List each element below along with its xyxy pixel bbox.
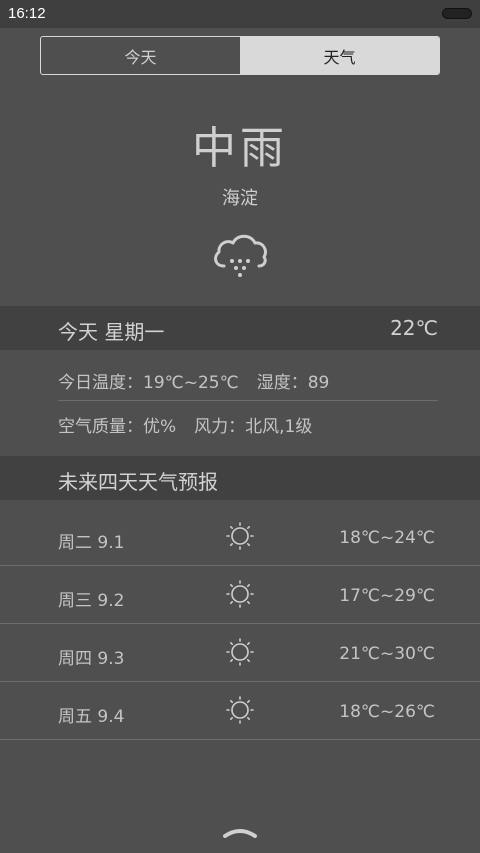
today-label: 今天 星期一 [58, 320, 165, 344]
cloud-rain-icon [214, 234, 267, 277]
today-header: 今天 星期一 22℃ [0, 306, 480, 350]
pull-up-handle-icon[interactable] [222, 826, 258, 838]
today-air-wind-row: 空气质量：优% 风力：北风,1级 [58, 412, 438, 437]
sun-icon [226, 522, 254, 550]
battery-icon [442, 8, 472, 19]
status-bar: 16:12 [0, 0, 480, 28]
weather-condition: 中雨 [192, 123, 288, 174]
forecast-day: 周二 9.1 [58, 533, 125, 553]
forecast-day: 周五 9.4 [58, 707, 125, 727]
air-quality: 空气质量：优% [58, 417, 177, 437]
forecast-temp: 18℃~24℃ [339, 528, 435, 548]
today-temp-humidity-row: 今日温度：19℃~25℃ 湿度：89 [58, 368, 438, 393]
forecast-title: 未来四天天气预报 [58, 470, 218, 494]
location-name: 海淀 [222, 188, 258, 209]
forecast-row: 周三 9.2 17℃~29℃ [0, 566, 480, 624]
forecast-day: 周三 9.2 [58, 591, 125, 611]
sun-icon [226, 580, 254, 608]
temp-range: 今日温度：19℃~25℃ [58, 373, 239, 393]
today-temperature: 22℃ [390, 316, 438, 340]
status-time: 16:12 [8, 5, 46, 22]
forecast-temp: 17℃~29℃ [339, 586, 435, 606]
forecast-row: 周五 9.4 18℃~26℃ [0, 682, 480, 740]
tab-today[interactable]: 今天 [41, 37, 240, 74]
forecast-header: 未来四天天气预报 [0, 456, 480, 500]
humidity: 湿度：89 [256, 373, 330, 393]
divider [58, 400, 438, 401]
tab-weather[interactable]: 天气 [240, 37, 439, 74]
sun-icon [226, 696, 254, 724]
divider [0, 739, 480, 740]
forecast-temp: 21℃~30℃ [339, 644, 435, 664]
forecast-row: 周二 9.1 18℃~24℃ [0, 508, 480, 566]
forecast-day: 周四 9.3 [58, 649, 125, 669]
forecast-row: 周四 9.3 21℃~30℃ [0, 624, 480, 682]
segmented-tabs: 今天 天气 [40, 36, 440, 75]
wind: 风力：北风,1级 [194, 417, 313, 437]
forecast-temp: 18℃~26℃ [339, 702, 435, 722]
sun-icon [226, 638, 254, 666]
